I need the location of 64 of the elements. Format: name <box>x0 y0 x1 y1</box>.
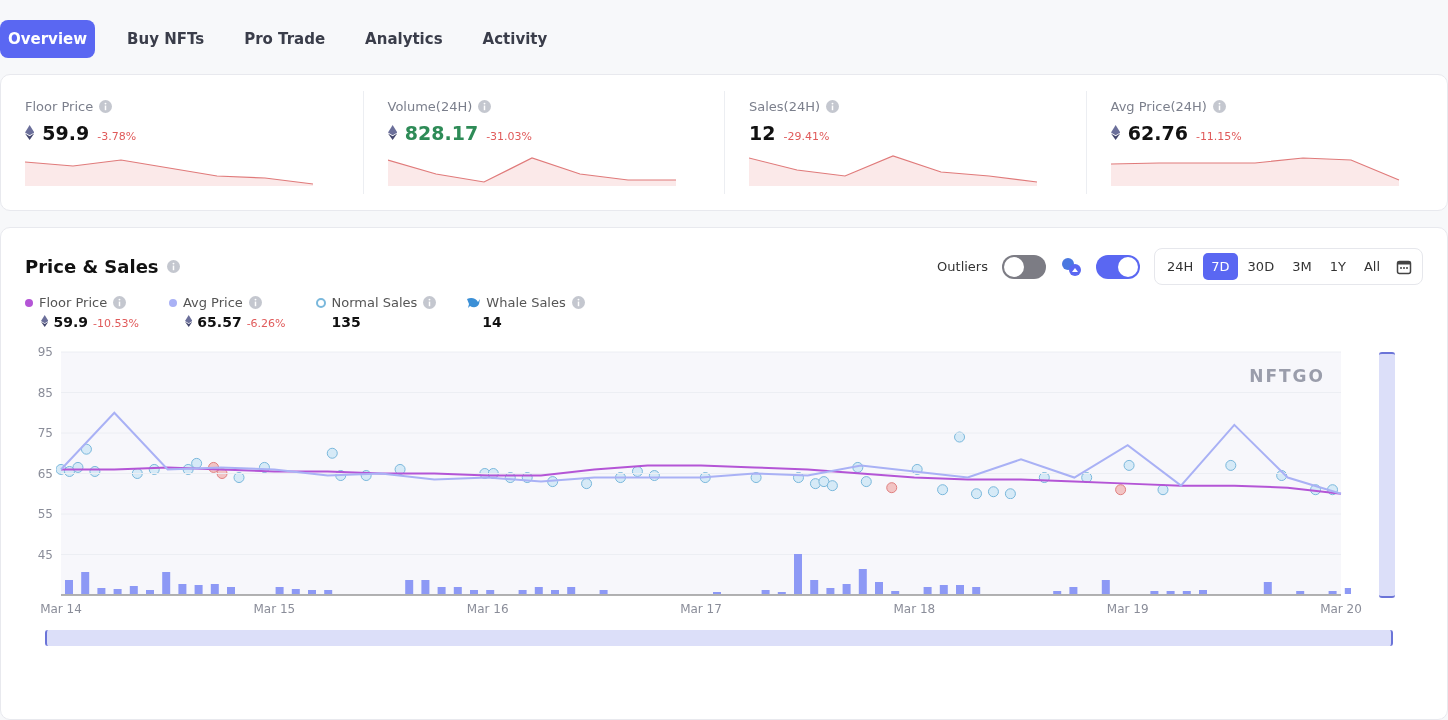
toggle-label: Outliers <box>937 259 988 274</box>
outliers-switch[interactable] <box>1002 254 1046 279</box>
stat-label: Volume(24H) <box>387 99 473 114</box>
nav-tab[interactable]: Overview <box>0 20 96 58</box>
info-icon <box>478 100 492 113</box>
stat-change: -29.41% <box>783 130 830 143</box>
info-icon <box>826 100 840 113</box>
axis-label: Mar 20 <box>1320 602 1362 616</box>
stat-value: 828.17 <box>404 122 479 144</box>
info-icon <box>166 260 180 273</box>
legend-label: Floor Price <box>39 295 108 310</box>
legend-value: 59.9 <box>53 314 88 330</box>
info-icon <box>1212 100 1226 113</box>
stat-value: 12 <box>749 122 776 144</box>
stat-change: -11.15% <box>1195 130 1242 143</box>
chart-watermark: NFTGO <box>1249 366 1325 386</box>
section-title: Price & Sales <box>25 256 159 277</box>
legend-label: Normal Sales <box>331 295 418 310</box>
axis-label: 65 <box>37 466 53 481</box>
stat-label: Sales(24H) <box>749 99 821 114</box>
stat-label: Floor Price <box>25 99 94 114</box>
stat-label: Avg Price(24H) <box>1110 99 1207 114</box>
vertical-range-slider[interactable] <box>1379 352 1395 598</box>
info-icon <box>571 296 585 309</box>
legend-value: 135 <box>331 314 361 330</box>
legend-value: 14 <box>482 314 502 330</box>
info-icon <box>99 100 113 113</box>
stat-change: -31.03% <box>486 130 533 143</box>
range-button[interactable]: 7D <box>1203 253 1238 280</box>
axis-label: Mar 14 <box>40 602 82 616</box>
legend-label: Avg Price <box>182 295 243 310</box>
nav-tab[interactable]: Pro Trade <box>236 20 334 58</box>
axis-label: 85 <box>37 385 53 400</box>
whale-switch[interactable] <box>1096 254 1140 279</box>
axis-label: 45 <box>37 547 53 562</box>
info-icon <box>423 296 437 309</box>
range-button[interactable]: 24H <box>1159 253 1202 280</box>
legend-change: -6.26% <box>246 317 286 330</box>
axis-label: 75 <box>37 426 53 440</box>
nav-tab[interactable]: Analytics <box>357 20 451 58</box>
axis-label: 55 <box>37 507 53 521</box>
nav-tab[interactable]: Activity <box>474 20 556 58</box>
calendar-icon[interactable] <box>1396 258 1412 275</box>
info-icon <box>248 296 262 309</box>
range-button[interactable]: 30D <box>1239 253 1283 280</box>
whale-filter-icon <box>1060 255 1082 278</box>
legend-change: -10.53% <box>93 317 139 330</box>
axis-label: Mar 15 <box>253 602 296 616</box>
range-button[interactable]: All <box>1355 253 1388 280</box>
axis-label: Mar 16 <box>466 602 509 616</box>
range-button[interactable]: 3M <box>1284 253 1320 280</box>
horizontal-range-slider[interactable] <box>45 630 1393 646</box>
axis-label: 95 <box>37 345 53 359</box>
stat-change: -3.78% <box>97 130 137 143</box>
range-button[interactable]: 1Y <box>1321 253 1354 280</box>
legend-value: 65.57 <box>197 314 242 330</box>
axis-label: Mar 18 <box>893 602 936 616</box>
stat-value: 62.76 <box>1127 122 1188 144</box>
info-icon <box>113 296 127 309</box>
legend-label: Whale Sales <box>486 295 566 310</box>
axis-label: Mar 17 <box>680 602 722 616</box>
axis-label: Mar 19 <box>1106 602 1149 616</box>
stat-value: 59.9 <box>42 122 90 144</box>
nav-tab[interactable]: Buy NFTs <box>119 20 213 58</box>
